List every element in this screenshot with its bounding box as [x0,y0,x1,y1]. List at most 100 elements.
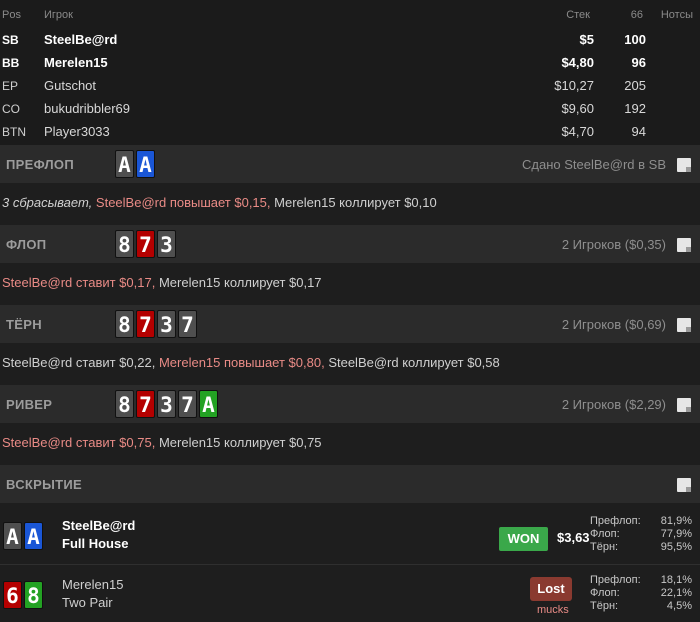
lost-badge: Lost [530,577,572,601]
card: A [24,522,43,550]
equity-label: Префлоп: [590,574,641,586]
card: 8 [115,230,134,258]
board-cards: 8 7 3 7 A [115,390,218,418]
action-call: Merelen15 коллирует $0,10 [274,195,437,210]
card: 8 [24,581,43,609]
player-stack: $9,60 [561,101,594,116]
player-name[interactable]: SteelBe@rd [44,32,117,47]
card: A [3,522,22,550]
won-badge: WON [499,527,548,551]
player-name[interactable]: SteelBe@rd [62,518,135,533]
hole-cards: 6 8 [3,581,43,609]
player-pos: BTN [2,125,26,139]
player-pos: EP [2,79,19,93]
street-info: 2 Игроков ($0,35) [561,237,666,252]
note-icon[interactable] [677,318,691,332]
card: 7 [136,310,155,338]
street-title: РИВЕР [6,397,53,412]
player-row[interactable]: BTN Player3033 $4,70 94 [0,121,700,144]
equity-value: 4,5% [666,600,692,612]
street-showdown: ВСКРЫТИЕ [0,465,700,503]
players-table: Pos Игрок Стек 66 Нотсы SB SteelBe@rd $5… [0,0,700,145]
equity-table: Префлоп: 81,9% Флоп: 77,9% Тёрн: 95,5% [590,515,692,554]
header-stat: 66 [630,9,643,21]
equity-label: Префлоп: [590,515,641,527]
mucks-label: mucks [537,604,569,616]
player-pos: CO [2,102,20,116]
player-stack: $4,70 [561,124,594,139]
actions-river: SteelBe@rd ставит $0,75, Merelen15 колли… [0,423,700,465]
player-stat: 94 [631,124,646,139]
player-stat: 192 [624,101,646,116]
card: 7 [178,310,197,338]
hole-cards: A A [3,522,43,550]
street-title: ВСКРЫТИЕ [6,477,82,492]
player-name[interactable]: bukudribbler69 [44,101,130,116]
note-icon[interactable] [677,158,691,172]
board-cards: 8 7 3 [115,230,176,258]
equity-table: Префлоп: 18,1% Флоп: 22,1% Тёрн: 4,5% [590,574,692,613]
street-river: РИВЕР 8 7 3 7 A 2 Игроков ($2,29) [0,385,700,423]
player-row[interactable]: EP Gutschot $10,27 205 [0,75,700,98]
equity-value: 95,5% [660,541,692,553]
street-preflop: ПРЕФЛОП A A Сдано SteelBe@rd в SB [0,145,700,183]
actions-flop: SteelBe@rd ставит $0,17, Merelen15 колли… [0,263,700,305]
header-stack: Стек [566,9,590,21]
action-fold: 3 сбрасывает, [2,195,93,210]
actions-preflop: 3 сбрасывает, SteelBe@rd повышает $0,15,… [0,183,700,225]
player-name[interactable]: Merelen15 [62,577,123,592]
card: 6 [3,581,22,609]
note-icon[interactable] [677,478,691,492]
card: 3 [157,390,176,418]
card: 8 [115,390,134,418]
action-raise: SteelBe@rd повышает $0,15, [95,195,271,210]
player-name[interactable]: Merelen15 [44,55,108,70]
showdown-row-loser: 6 8 Merelen15 Two Pair Lost mucks Префло… [0,565,700,622]
card: 8 [115,310,134,338]
equity-value: 77,9% [660,528,692,540]
street-info: Сдано SteelBe@rd в SB [522,157,666,172]
card: 7 [136,390,155,418]
header-player: Игрок [44,9,73,21]
action-bet: SteelBe@rd ставит $0,17, [2,275,156,290]
card: A [136,150,155,178]
player-row[interactable]: CO bukudribbler69 $9,60 192 [0,98,700,121]
hand-rank: Two Pair [62,595,113,610]
street-info: 2 Игроков ($2,29) [561,397,666,412]
player-row[interactable]: BB Merelen15 $4,80 96 [0,52,700,75]
player-stat: 100 [624,32,646,47]
street-title: ПРЕФЛОП [6,157,74,172]
street-info: 2 Игроков ($0,69) [561,317,666,332]
hole-cards: A A [115,150,155,178]
header-notes: Нотсы [660,9,693,21]
player-stack: $5 [579,32,594,47]
player-stack: $4,80 [561,55,594,70]
card: A [199,390,218,418]
street-title: ФЛОП [6,237,47,252]
equity-label: Тёрн: [590,600,619,612]
actions-turn: SteelBe@rd ставит $0,22, Merelen15 повыш… [0,343,700,385]
action-call: Merelen15 коллирует $0,17 [158,275,322,290]
showdown-row-winner: A A SteelBe@rd Full House WON $3,63 Преф… [0,506,700,564]
equity-label: Флоп: [590,587,620,599]
equity-value: 81,9% [660,515,692,527]
player-row[interactable]: SB SteelBe@rd $5 100 [0,29,700,52]
action-raise: Merelen15 повышает $0,80, [158,355,325,370]
action-bet: SteelBe@rd ставит $0,75, [2,435,156,450]
equity-label: Флоп: [590,528,620,540]
player-pos: BB [2,56,20,70]
street-title: ТЁРН [6,317,42,332]
header-pos: Pos [2,9,21,21]
card: 3 [157,310,176,338]
player-name[interactable]: Gutschot [44,78,96,93]
note-icon[interactable] [677,398,691,412]
player-name[interactable]: Player3033 [44,124,110,139]
street-flop: ФЛОП 8 7 3 2 Игроков ($0,35) [0,225,700,263]
player-stat: 205 [624,78,646,93]
card: A [115,150,134,178]
equity-label: Тёрн: [590,541,619,553]
action-call: Merelen15 коллирует $0,75 [158,435,322,450]
player-stack: $10,27 [554,78,594,93]
equity-value: 18,1% [660,574,692,586]
note-icon[interactable] [677,238,691,252]
